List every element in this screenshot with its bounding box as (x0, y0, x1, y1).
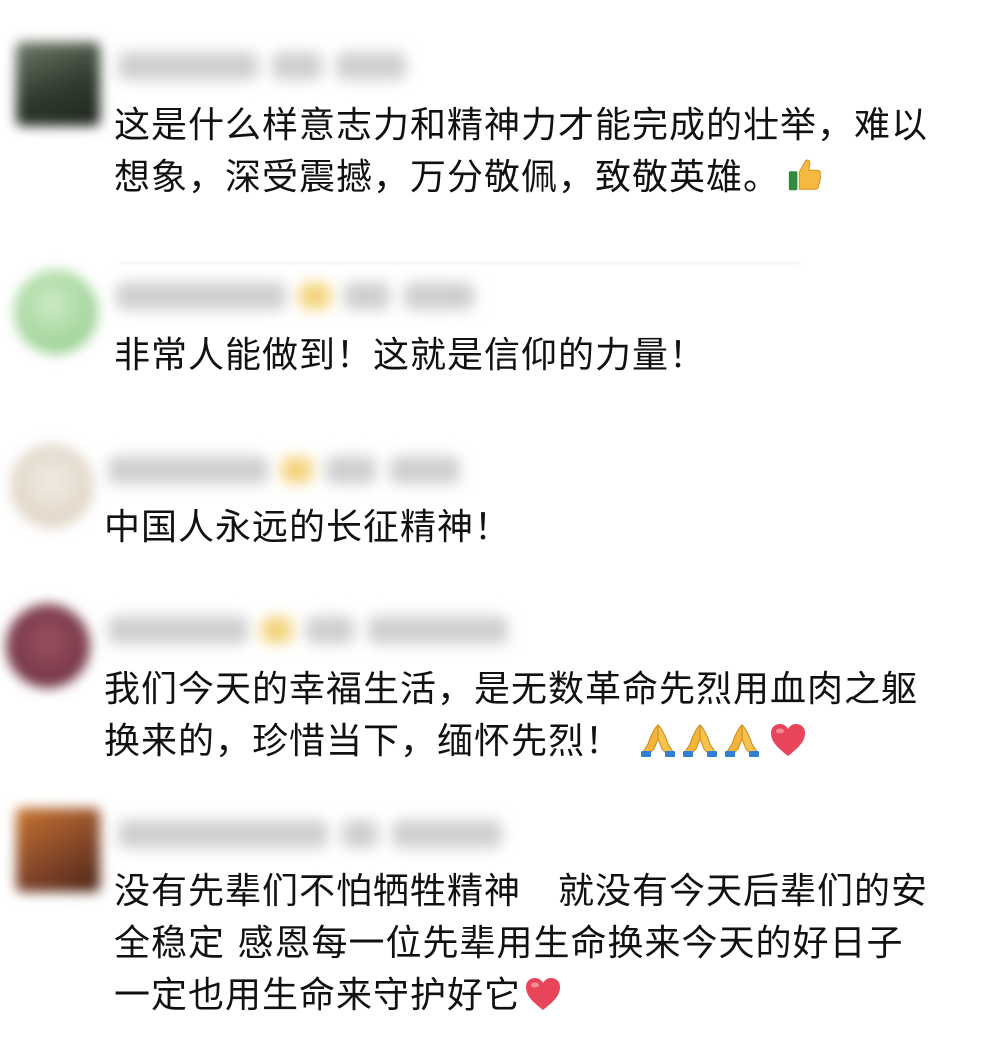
comment-text: 我们今天的幸福生活，是无数革命先烈用血肉之躯 换来的，珍惜当下，缅怀先烈！ (104, 664, 918, 768)
comment-line: 中国人永远的长征精神！ (104, 507, 512, 548)
comment-meta-blurred (108, 610, 508, 650)
comment-line: 全稳定 感恩每一位先辈用生命换来今天的好日子 (114, 923, 904, 964)
thumbs-up-icon (788, 159, 822, 191)
folded-hands-icon (683, 724, 718, 757)
comment-meta-blurred (108, 450, 460, 490)
red-heart-icon (771, 724, 806, 756)
comment-line: 我们今天的幸福生活，是无数革命先烈用血肉之躯 (104, 669, 919, 710)
avatar[interactable] (14, 270, 98, 354)
avatar[interactable] (6, 604, 90, 688)
comment-line: 一定也用生命来守护好它 (114, 970, 928, 1022)
comment-line: 换来的，珍惜当下，缅怀先烈！ (104, 716, 918, 768)
comment-line: 非常人能做到！这就是信仰的力量！ (114, 335, 707, 376)
comment-line: 想象，深受震撼，万分敬佩，致敬英雄。 (114, 152, 928, 204)
red-heart-icon (526, 978, 561, 1010)
comment-text: 中国人永远的长征精神！ (104, 502, 511, 554)
comment-meta-blurred (118, 814, 502, 854)
folded-hands-icon (725, 724, 760, 757)
folded-hands-icon (641, 724, 676, 757)
avatar[interactable] (16, 42, 100, 126)
comment-text: 没有先辈们不怕牺牲精神 就没有今天后辈们的安 全稳定 感恩每一位先辈用生命换来今… (114, 866, 928, 1022)
comment-text: 这是什么样意志力和精神力才能完成的壮举，难以 想象，深受震撼，万分敬佩，致敬英雄… (114, 100, 928, 204)
comment-line: 没有先辈们不怕牺牲精神 就没有今天后辈们的安 (114, 871, 929, 912)
comment-meta-blurred (118, 46, 406, 86)
comment-text: 非常人能做到！这就是信仰的力量！ (114, 330, 706, 382)
comment-meta-blurred (116, 276, 474, 316)
comment-line: 这是什么样意志力和精神力才能完成的壮举，难以 (114, 105, 929, 146)
avatar[interactable] (10, 444, 94, 528)
avatar[interactable] (16, 808, 100, 892)
